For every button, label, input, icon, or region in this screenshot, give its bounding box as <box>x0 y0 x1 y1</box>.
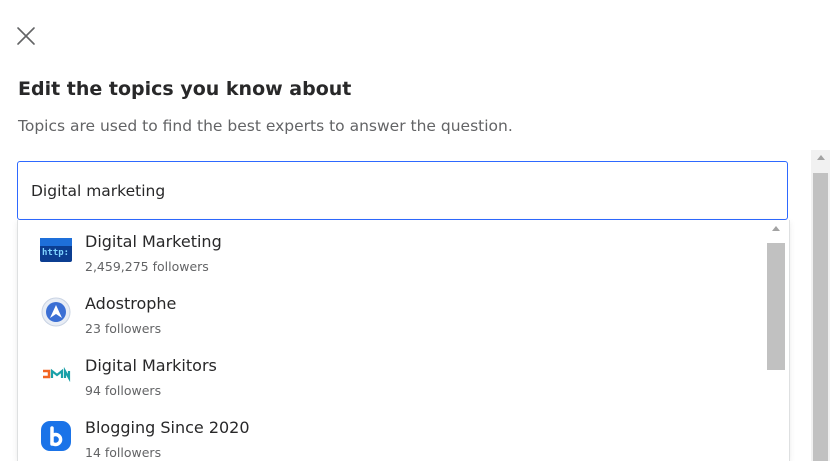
digital-marketing-topic-icon: http: <box>40 234 72 266</box>
scroll-up-arrow-icon[interactable] <box>772 226 780 231</box>
close-icon[interactable] <box>14 24 38 48</box>
topic-followers: 14 followers <box>85 445 162 460</box>
modal-subtitle: Topics are used to find the best experts… <box>18 117 513 135</box>
topic-followers: 23 followers <box>85 321 162 336</box>
topic-suggestions-list: http: Digital Marketing 2,459,275 follow… <box>17 220 790 461</box>
topic-name: Digital Marketing <box>85 232 222 251</box>
page-scrollbar[interactable] <box>811 150 830 461</box>
blogging-logo-icon <box>40 420 72 452</box>
topic-followers: 94 followers <box>85 383 162 398</box>
list-item[interactable]: Blogging Since 2020 14 followers <box>18 406 763 461</box>
svg-text:http:: http: <box>42 248 69 258</box>
topic-name: Adostrophe <box>85 294 177 313</box>
list-item[interactable]: Adostrophe 23 followers <box>18 282 763 344</box>
scrollbar-thumb[interactable] <box>767 243 785 370</box>
list-item[interactable]: Digital Markitors 94 followers <box>18 344 763 406</box>
topic-name: Digital Markitors <box>85 356 217 375</box>
list-item[interactable]: http: Digital Marketing 2,459,275 follow… <box>18 220 763 282</box>
topic-followers: 2,459,275 followers <box>85 259 209 274</box>
modal-title: Edit the topics you know about <box>18 78 352 100</box>
digital-markitors-logo-icon <box>40 358 72 390</box>
scroll-up-arrow-icon[interactable] <box>817 155 825 160</box>
topic-search-input[interactable] <box>17 161 788 220</box>
topic-name: Blogging Since 2020 <box>85 418 250 437</box>
adostrophe-logo-icon <box>40 296 72 328</box>
suggestions-scrollbar[interactable] <box>764 220 788 461</box>
scrollbar-thumb[interactable] <box>813 173 828 461</box>
